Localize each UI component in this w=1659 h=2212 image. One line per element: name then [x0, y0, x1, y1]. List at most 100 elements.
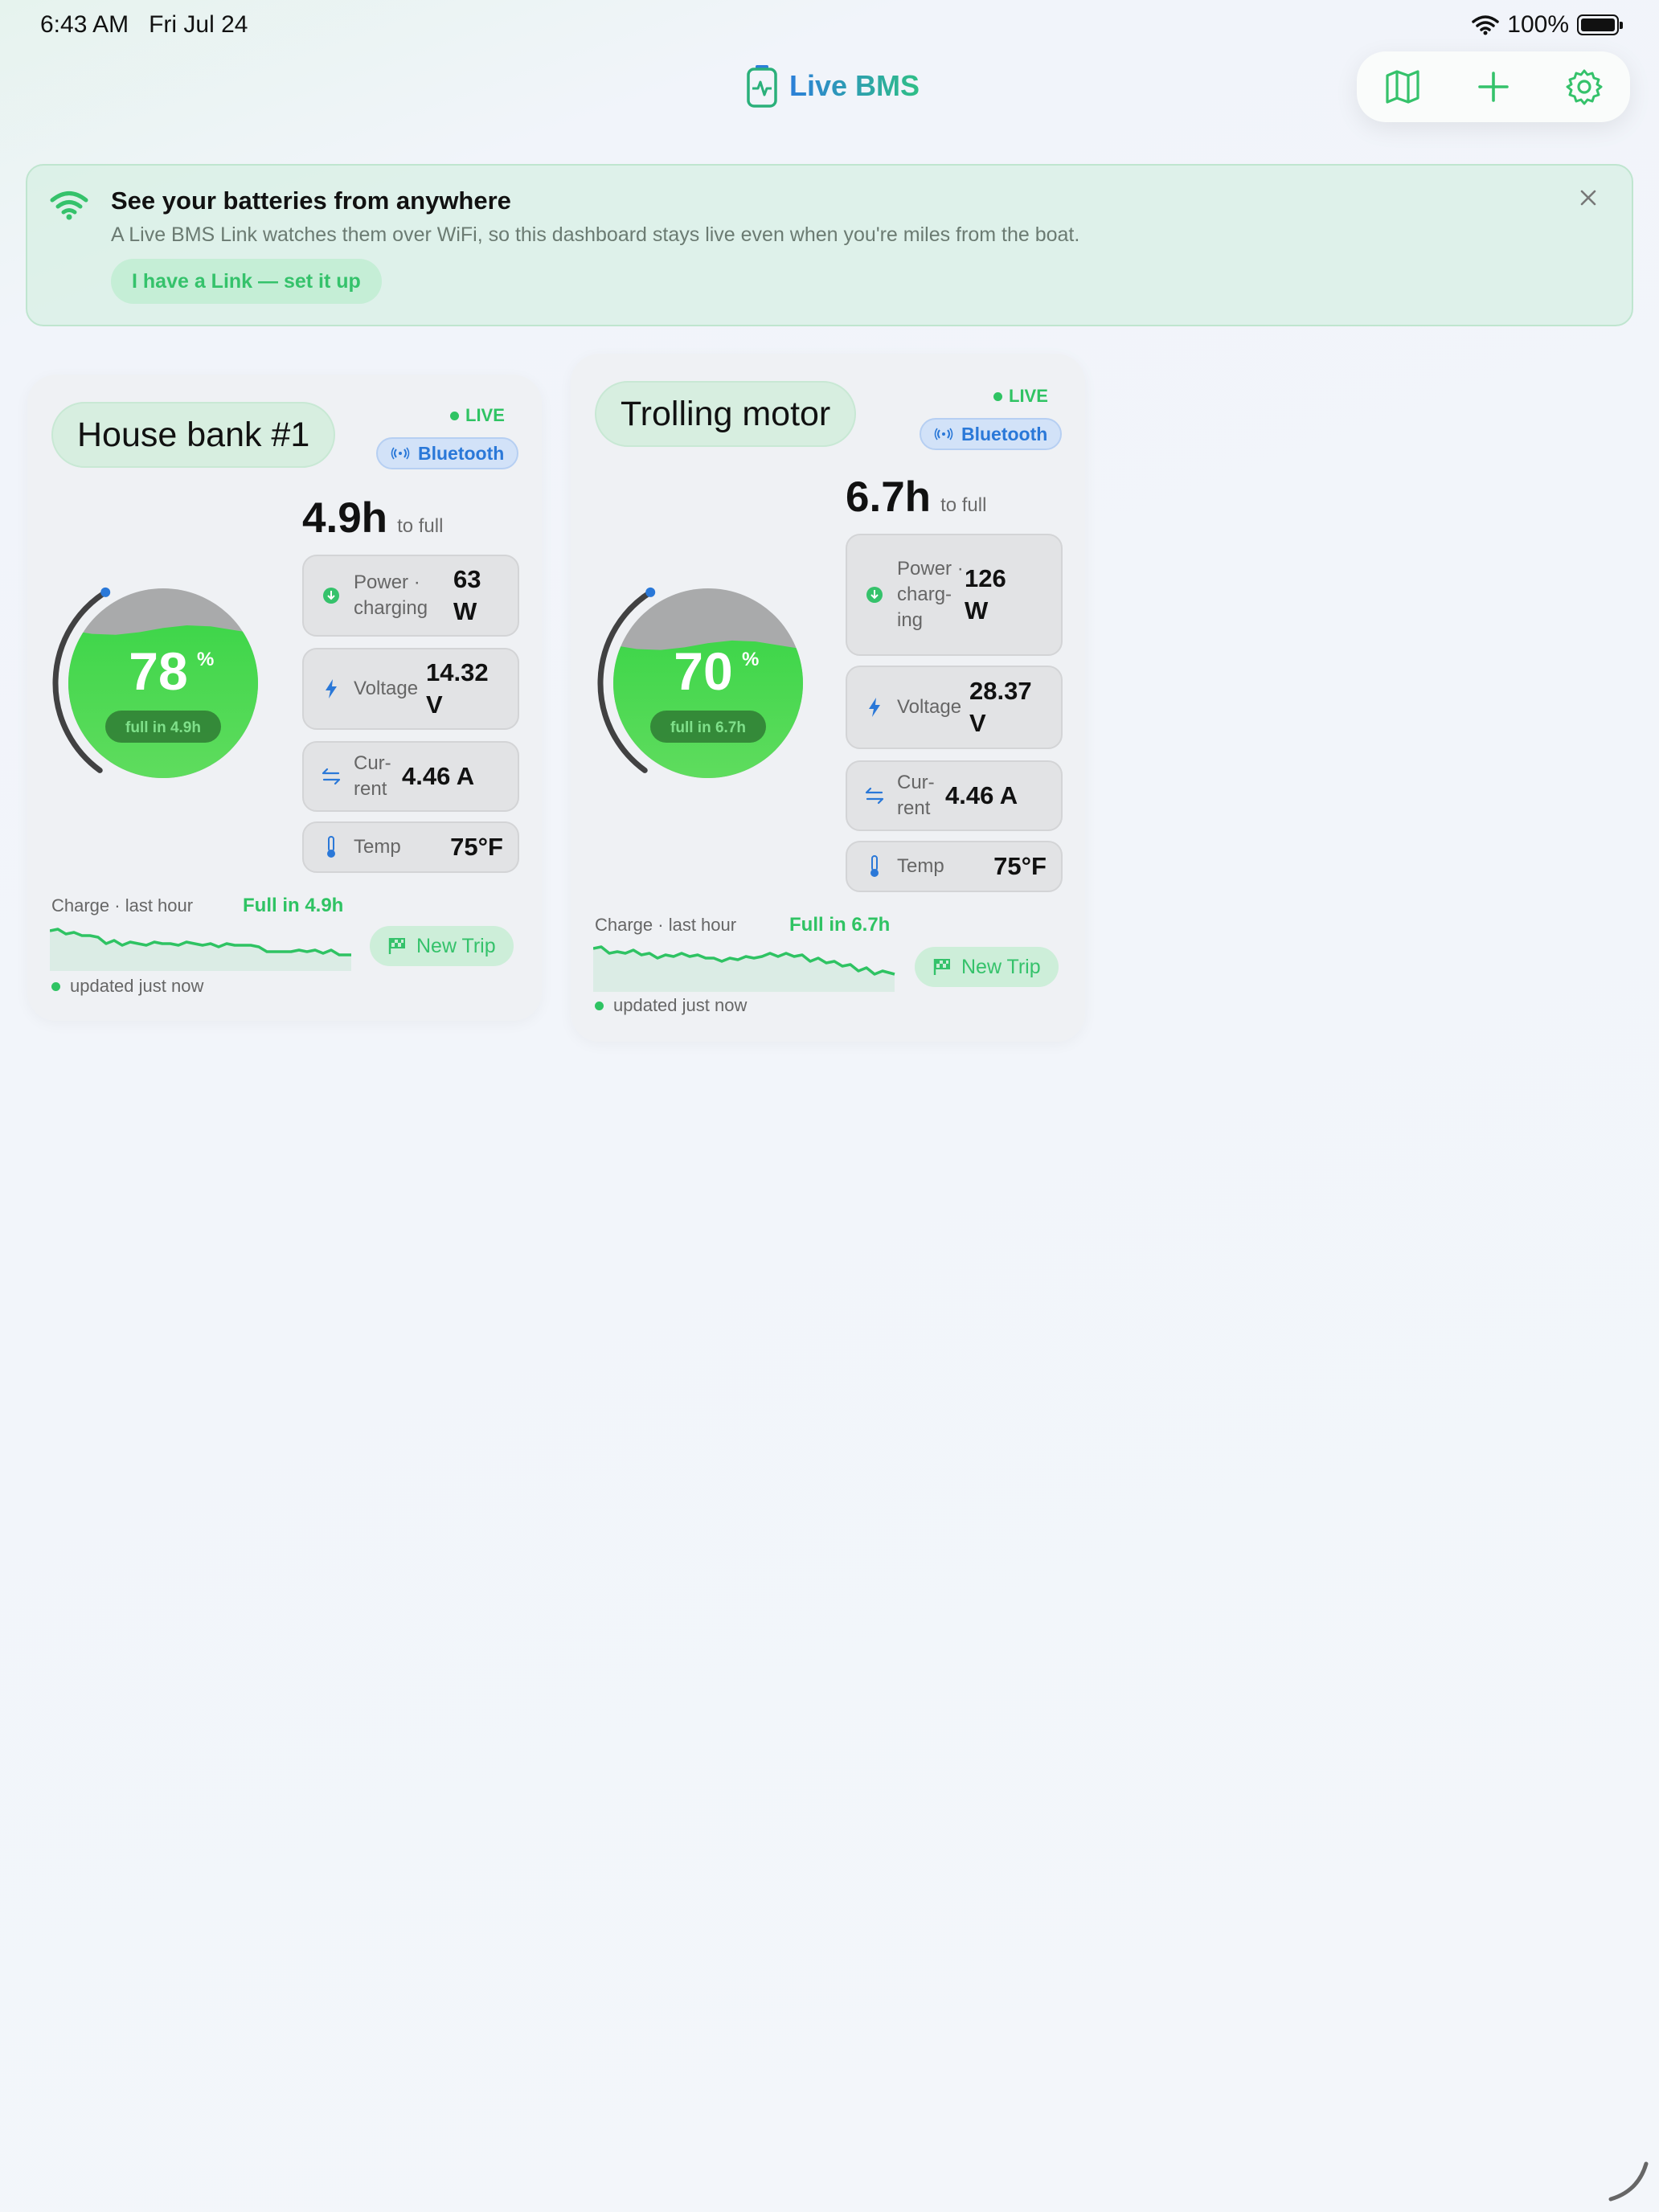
time-to-full: 6.7h to full [846, 473, 986, 522]
thermometer-icon [863, 855, 886, 878]
toolbar [1357, 51, 1630, 122]
metric-value: 63 W [453, 565, 481, 625]
updated-label: updated just now [70, 976, 204, 996]
bolt-icon [320, 678, 342, 699]
new-trip-button[interactable]: New Trip [370, 926, 514, 966]
metric-value: 75°F [993, 852, 1047, 880]
metric-current: Cur­rent 4.46 A [846, 760, 1063, 831]
bluetooth-label: Bluetooth [961, 423, 1048, 444]
updated-status: updated just now [595, 995, 747, 1016]
new-trip-label: New Trip [416, 934, 496, 957]
map-icon [1386, 70, 1419, 104]
full-pill-text: full in 4.9h [125, 719, 201, 736]
bluetooth-badge[interactable]: Bluetooth [376, 437, 519, 469]
hours-suffix: to full [940, 494, 987, 516]
map-button[interactable] [1370, 55, 1435, 119]
metric-current: Cur­rent 4.46 A [302, 741, 519, 812]
status-time: 6:43 AM Fri Jul 24 [40, 11, 248, 39]
settings-button[interactable] [1552, 55, 1616, 119]
arrows-swap-icon [320, 767, 342, 786]
live-label: LIVE [1009, 386, 1048, 406]
card-title: House bank #1 [51, 402, 336, 468]
soc-arc-knob [645, 587, 656, 597]
metric-value: 126 W [965, 564, 1006, 625]
hours-suffix: to full [397, 515, 444, 537]
metric-temp: Temp 75°F [846, 841, 1063, 892]
metric-value: 28.37 V [969, 677, 1032, 737]
close-banner-button[interactable] [1574, 183, 1603, 212]
battery-percent: 100% [1507, 11, 1569, 38]
status-indicators: 100% [1472, 11, 1623, 39]
bluetooth-signal-icon [934, 428, 953, 440]
soc-percent: 78 [129, 641, 187, 701]
metric-power: Power · charging 63 W [302, 555, 519, 637]
live-indicator: LIVE [993, 386, 1048, 407]
plus-icon [1478, 72, 1509, 102]
metric-label: Power · charging [354, 571, 428, 619]
metric-value: 4.46 A [402, 762, 475, 790]
flag-checkered-icon [933, 959, 950, 975]
battery-pulse-icon [747, 65, 777, 108]
hours-value: 4.9h [302, 494, 388, 542]
soc-unit: % [742, 649, 759, 670]
charge-sparkline [50, 928, 351, 971]
metric-label: Power · charg­ing [897, 558, 964, 631]
banner-subtitle: A Live BMS Link watches them over WiFi, … [111, 223, 1080, 246]
full-pill-text: full in 6.7h [670, 719, 746, 736]
add-battery-button[interactable] [1461, 55, 1526, 119]
battery-icon [1577, 14, 1623, 35]
app-title: Live BMS [746, 64, 920, 108]
metric-value: 4.46 A [945, 781, 1018, 809]
metric-voltage: Volt­age 28.37 V [846, 666, 1063, 749]
soc-percent: 70 [674, 641, 732, 701]
wifi-icon [50, 190, 88, 226]
chart-label: Charge · last hour [595, 915, 737, 935]
live-indicator: LIVE [450, 405, 505, 426]
chart-full-label: Full in 6.7h [789, 914, 891, 936]
metric-temp: Temp 75°F [302, 821, 519, 873]
metric-label: Temp [897, 855, 944, 877]
setup-link-button[interactable]: I have a Link — set it up [111, 259, 382, 304]
soc-gauge: 70 % full in 6.7h [597, 587, 803, 778]
arrows-swap-icon [863, 786, 886, 805]
bluetooth-badge[interactable]: Bluetooth [920, 418, 1063, 450]
soc-unit: % [197, 649, 214, 670]
metric-power: Power · charg­ing 126 W [846, 534, 1063, 656]
flag-checkered-icon [388, 938, 405, 954]
metric-label: Cur­rent [354, 752, 391, 800]
new-trip-label: New Trip [961, 955, 1041, 978]
new-trip-button[interactable]: New Trip [915, 947, 1059, 987]
bluetooth-signal-icon [391, 447, 410, 460]
corner-swipe-indicator [1608, 2161, 1649, 2202]
metric-value: 75°F [450, 833, 503, 861]
wifi-status-icon [1472, 15, 1500, 35]
live-label: LIVE [465, 405, 505, 425]
chart-full-label: Full in 4.9h [243, 895, 344, 916]
status-clock: 6:43 AM [40, 11, 129, 38]
charge-sparkline [593, 945, 895, 992]
thermometer-icon [320, 836, 342, 858]
metric-label: Volt­age [897, 696, 962, 718]
charging-arrow-icon [320, 587, 342, 604]
gear-icon [1566, 69, 1603, 105]
hours-value: 6.7h [846, 473, 932, 521]
card-title: Trolling motor [595, 381, 857, 447]
metric-label: Cur­rent [897, 772, 935, 819]
time-to-full: 4.9h to full [302, 494, 443, 543]
soc-gauge: 78 % full in 4.9h [52, 587, 258, 778]
updated-label: updated just now [613, 995, 748, 1015]
status-date: Fri Jul 24 [149, 11, 248, 38]
metric-voltage: Volt­age 14.32 V [302, 648, 519, 730]
metric-label: Volt­age [354, 678, 419, 699]
bolt-icon [863, 697, 886, 718]
metric-label: Temp [354, 836, 401, 858]
metric-value: 14.32 V [426, 658, 489, 719]
bluetooth-label: Bluetooth [418, 442, 505, 464]
chart-label: Charge · last hour [51, 895, 194, 916]
charging-arrow-icon [863, 586, 886, 604]
banner-title: See your batteries from anywhere [111, 186, 511, 215]
updated-status: updated just now [51, 976, 203, 997]
close-icon [1580, 190, 1596, 206]
app-title-text: Live BMS [789, 69, 920, 102]
soc-arc-knob [100, 587, 111, 597]
